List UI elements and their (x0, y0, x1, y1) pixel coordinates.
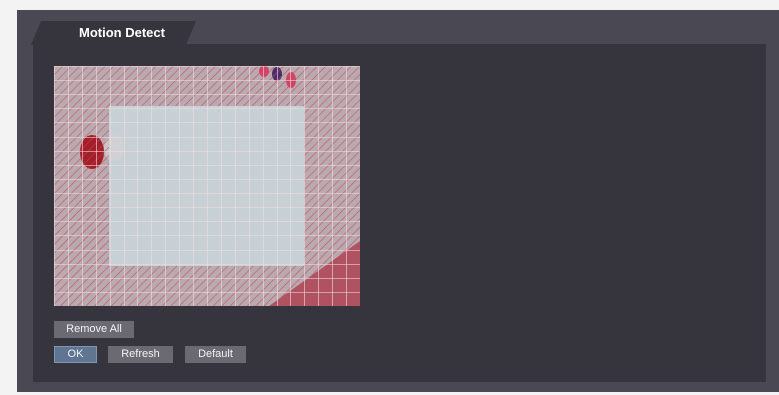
default-button[interactable]: Default (185, 346, 246, 363)
motion-detect-video-area[interactable] (54, 66, 360, 306)
tab-label: Motion Detect (79, 25, 165, 40)
unselected-region (109, 106, 304, 266)
camera-view[interactable] (54, 66, 360, 306)
ok-button[interactable]: OK (54, 346, 97, 363)
refresh-button[interactable]: Refresh (108, 346, 173, 363)
remove-all-button[interactable]: Remove All (54, 321, 134, 338)
tab-motion-detect[interactable]: Motion Detect (31, 21, 196, 45)
